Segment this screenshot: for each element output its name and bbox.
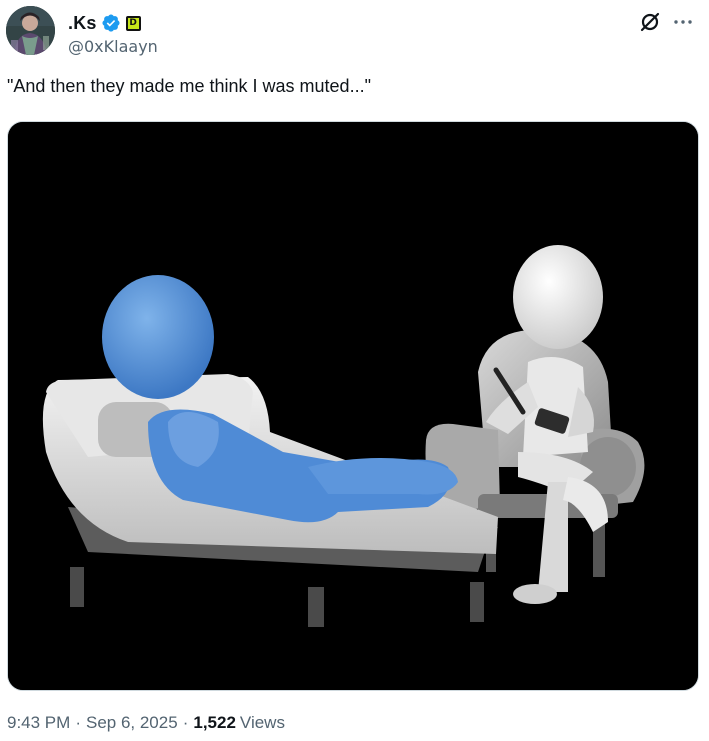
- affiliate-badge-letter: D: [127, 17, 139, 29]
- more-icon[interactable]: [671, 10, 695, 34]
- tweet-date[interactable]: Sep 6, 2025: [86, 713, 178, 733]
- avatar[interactable]: [6, 6, 55, 55]
- tweet-header: .Ks D @0xKlaayn: [6, 6, 695, 58]
- verified-badge-icon: [102, 14, 120, 32]
- tweet-text: "And then they made me think I was muted…: [7, 76, 371, 96]
- display-name[interactable]: .Ks: [68, 13, 97, 34]
- tweet-time[interactable]: 9:43 PM: [7, 713, 70, 733]
- meta-separator: ·: [75, 713, 81, 732]
- views-count: 1,522: [193, 713, 236, 732]
- tweet-meta: 9:43 PM · Sep 6, 2025 · 1,522 Views: [7, 713, 285, 733]
- affiliate-badge[interactable]: D: [125, 15, 141, 31]
- tweet-image[interactable]: [7, 121, 699, 691]
- views-label: Views: [239, 713, 285, 732]
- meta-separator: ·: [182, 713, 189, 732]
- grok-icon[interactable]: [638, 10, 662, 34]
- user-handle[interactable]: @0xKlaayn: [68, 37, 158, 56]
